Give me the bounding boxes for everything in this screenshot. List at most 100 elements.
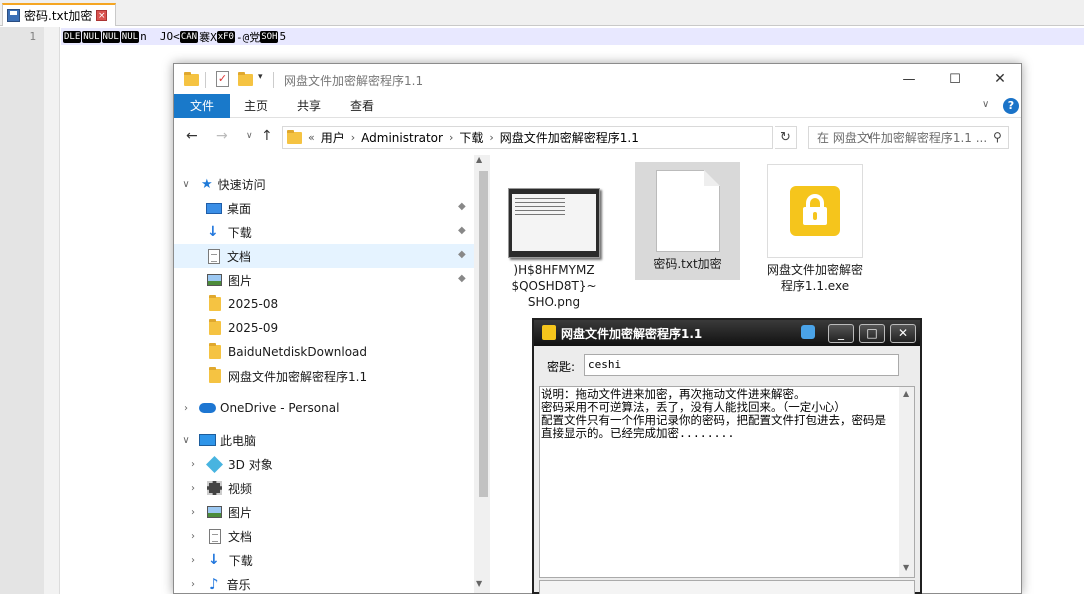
fold-margin bbox=[44, 27, 60, 594]
maximize-button[interactable]: ☐ bbox=[932, 64, 978, 94]
file-name: )H$8HFMYMZ$QOSHD8T}~SHO.png bbox=[511, 263, 597, 309]
tree-item-folder[interactable]: BaiduNetdiskDownload bbox=[174, 340, 474, 364]
chevron-right-icon[interactable]: › bbox=[188, 483, 198, 494]
file-item-exe[interactable]: 网盘文件加密解密程序1.1.exe bbox=[766, 164, 864, 294]
close-button[interactable]: ✕ bbox=[977, 64, 1021, 94]
log-scrollbar[interactable]: ▲ ▼ bbox=[899, 387, 914, 577]
tab-share[interactable]: 共享 bbox=[297, 94, 321, 118]
address-bar[interactable]: « 用户 › Administrator › 下载 › 网盘文件加密解密程序1.… bbox=[282, 126, 873, 149]
pin-icon[interactable]: ◆ bbox=[458, 201, 466, 212]
breadcrumb-separator[interactable]: › bbox=[489, 131, 493, 144]
log-text: 说明：拖动文件进来加密，再次拖动文件进来解密。 密码采用不可逆算法，丢了，没有人… bbox=[541, 387, 886, 440]
computer-icon bbox=[199, 434, 216, 446]
control-char-token: DLE bbox=[63, 30, 82, 43]
breadcrumb-users[interactable]: 用户 bbox=[321, 129, 345, 146]
chevron-down-icon[interactable]: ∨ bbox=[181, 179, 191, 190]
music-icon: ♪ bbox=[209, 575, 219, 593]
tab-close-icon[interactable]: × bbox=[96, 10, 108, 21]
tree-item-documents[interactable]: 文档 ◆ bbox=[174, 244, 474, 268]
tree-item-videos[interactable]: › 视频 bbox=[174, 476, 474, 500]
chevron-right-icon[interactable]: › bbox=[188, 555, 198, 566]
close-button[interactable]: ✕ bbox=[890, 324, 916, 343]
chevron-right-icon[interactable]: › bbox=[188, 459, 198, 470]
tree-item-label: OneDrive - Personal bbox=[220, 401, 340, 415]
chevron-down-icon[interactable]: ∨ bbox=[181, 435, 191, 446]
tree-item-folder[interactable]: 网盘文件加密解密程序1.1 bbox=[174, 364, 474, 388]
breadcrumb-separator[interactable]: › bbox=[351, 131, 355, 144]
log-textarea[interactable]: 说明：拖动文件进来加密，再次拖动文件进来解密。 密码采用不可逆算法，丢了，没有人… bbox=[539, 386, 915, 578]
maximize-button[interactable]: □ bbox=[859, 324, 885, 343]
navigation-bar: ← → ∨ ↑ « 用户 › Administrator › 下载 › 网盘文件… bbox=[174, 119, 1021, 155]
line-number: 1 bbox=[29, 30, 36, 43]
breadcrumb-administrator[interactable]: Administrator bbox=[361, 131, 443, 145]
scroll-down-icon[interactable]: ▼ bbox=[903, 563, 909, 572]
tree-item-desktop[interactable]: 桌面 ◆ bbox=[174, 196, 474, 220]
chevron-right-icon[interactable]: › bbox=[181, 403, 191, 414]
search-input[interactable]: 在 网盘文件加密解密程序1.1 ... ⚲ bbox=[808, 126, 1009, 149]
scroll-down-icon[interactable]: ▼ bbox=[476, 579, 482, 588]
refresh-icon[interactable]: ↻ bbox=[775, 126, 797, 149]
tab-file[interactable]: 文件 bbox=[174, 94, 230, 118]
tree-item-downloads[interactable]: › ↓ 下载 bbox=[174, 548, 474, 572]
breadcrumb-separator[interactable]: › bbox=[449, 131, 453, 144]
pictures-icon bbox=[207, 506, 222, 518]
password-label: 密匙: bbox=[547, 360, 576, 374]
tree-item-label: 下载 bbox=[227, 225, 252, 240]
tree-item-downloads[interactable]: ↓ 下载 ◆ bbox=[174, 220, 474, 244]
file-item-encrypted[interactable]: 密码.txt加密 bbox=[635, 162, 740, 280]
chevron-right-icon[interactable]: › bbox=[188, 507, 198, 518]
tab-home[interactable]: 主页 bbox=[244, 94, 268, 118]
chevron-right-icon[interactable]: › bbox=[188, 579, 198, 590]
navigation-pane: ∨ ★ 快速访问 桌面 ◆ ↓ 下载 ◆ 文档 ◆ 图片 ◆ 2025-08 2… bbox=[174, 155, 490, 593]
tab-view[interactable]: 查看 bbox=[350, 94, 374, 118]
folder-icon bbox=[209, 295, 221, 311]
tree-item-pictures[interactable]: › 图片 bbox=[174, 500, 474, 524]
control-char-token: xF0 bbox=[216, 30, 235, 43]
tree-item-folder[interactable]: 2025-09 bbox=[174, 316, 474, 340]
content-scrollbar[interactable] bbox=[1004, 155, 1021, 593]
scroll-up-icon[interactable]: ▲ bbox=[476, 155, 482, 164]
tree-item-label: 网盘文件加密解密程序1.1 bbox=[228, 369, 368, 384]
scroll-up-icon[interactable]: ▲ bbox=[903, 389, 909, 398]
breadcrumb-current-folder[interactable]: 网盘文件加密解密程序1.1 bbox=[500, 129, 639, 146]
editor-tab[interactable]: 密码.txt加密 × bbox=[2, 3, 116, 26]
pin-icon[interactable]: ◆ bbox=[458, 225, 466, 236]
quick-access-dropdown-icon[interactable]: ▾ bbox=[258, 72, 263, 82]
scrollbar-thumb[interactable] bbox=[479, 171, 488, 497]
back-arrow-icon[interactable]: ← bbox=[186, 128, 198, 144]
skin-icon[interactable] bbox=[801, 325, 815, 339]
help-icon[interactable]: ? bbox=[1003, 98, 1019, 114]
up-arrow-icon[interactable]: ↑ bbox=[261, 128, 273, 144]
tree-item-pictures[interactable]: 图片 ◆ bbox=[174, 268, 474, 292]
chevron-right-icon[interactable]: › bbox=[188, 531, 198, 542]
recent-locations-icon[interactable]: ∨ bbox=[246, 131, 253, 141]
pin-icon[interactable]: ◆ bbox=[458, 249, 466, 260]
save-icon bbox=[7, 9, 20, 22]
minimize-button[interactable]: — bbox=[886, 64, 932, 94]
breadcrumb-downloads[interactable]: 下载 bbox=[459, 129, 483, 146]
explorer-titlebar: ✓ ▾ 网盘文件加密解密程序1.1 — ☐ ✕ bbox=[174, 64, 1021, 94]
expand-ribbon-icon[interactable]: ∨ bbox=[982, 99, 989, 110]
tree-item-label: 此电脑 bbox=[220, 433, 257, 448]
minimize-button[interactable]: _ bbox=[828, 324, 854, 343]
control-char-token: NUL bbox=[120, 30, 140, 43]
text-token: 5 bbox=[279, 30, 287, 43]
breadcrumb-overflow[interactable]: « bbox=[308, 131, 315, 144]
tree-item-onedrive[interactable]: › OneDrive - Personal bbox=[174, 396, 474, 420]
tree-item-folder[interactable]: 2025-08 bbox=[174, 292, 474, 316]
file-item-png[interactable]: )H$8HFMYMZ$QOSHD8T}~SHO.png bbox=[508, 164, 600, 310]
password-field[interactable]: ceshi bbox=[584, 354, 899, 376]
tree-item-3d-objects[interactable]: › 3D 对象 bbox=[174, 452, 474, 476]
properties-icon[interactable]: ✓ bbox=[216, 71, 229, 87]
forward-arrow-icon[interactable]: → bbox=[216, 128, 228, 144]
star-icon: ★ bbox=[201, 176, 213, 192]
editor-text-line[interactable]: DLE NUL NUL NUL n JO< CAN 褰X xF0 -@党 SOH 5 bbox=[63, 29, 286, 44]
tree-item-music[interactable]: › ♪ 音乐 bbox=[174, 572, 474, 593]
divider bbox=[273, 72, 274, 88]
tree-item-documents[interactable]: › 文档 bbox=[174, 524, 474, 548]
search-icon[interactable]: ⚲ bbox=[993, 130, 1002, 144]
pin-icon[interactable]: ◆ bbox=[458, 273, 466, 284]
tree-item-quick-access[interactable]: ∨ ★ 快速访问 bbox=[174, 172, 474, 196]
tree-item-this-pc[interactable]: ∨ 此电脑 bbox=[174, 428, 474, 452]
new-folder-icon[interactable] bbox=[238, 72, 253, 86]
